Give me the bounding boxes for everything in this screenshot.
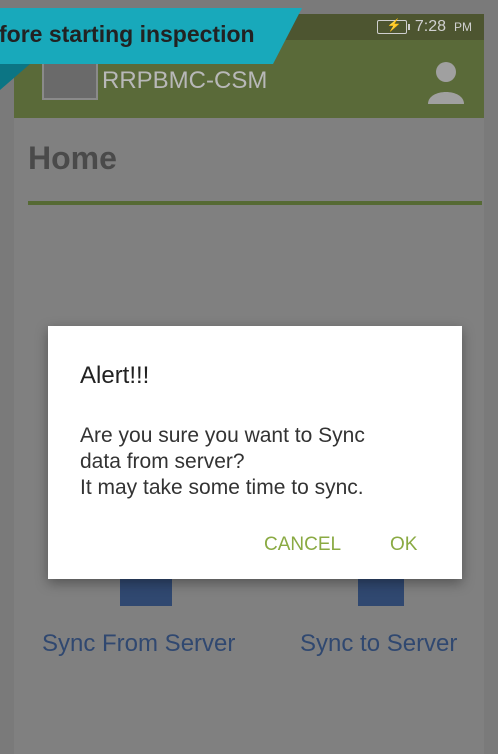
battery-icon: ⚡ xyxy=(376,18,410,34)
app-title: RRPBMC-CSM xyxy=(102,67,268,94)
cancel-button[interactable]: CANCEL xyxy=(264,534,341,556)
sync-to-server-label[interactable]: Sync to Server xyxy=(300,630,457,658)
dialog-message: Are you sure you want to Sync data from … xyxy=(80,424,365,499)
banner-text: fore starting inspection xyxy=(0,21,255,47)
ok-button[interactable]: OK xyxy=(390,534,417,556)
clock-ampm: PM xyxy=(454,20,472,34)
sync-from-server-label[interactable]: Sync From Server xyxy=(42,630,235,658)
clock-time: 7:28 xyxy=(414,18,446,35)
alert-dialog: Alert!!! Are you sure you want to Sync d… xyxy=(48,326,462,579)
title-divider xyxy=(28,201,482,205)
dialog-title: Alert!!! xyxy=(80,362,150,389)
user-profile-icon[interactable] xyxy=(426,58,466,104)
status-right: ⚡ 7:28 PM xyxy=(376,18,472,36)
page-title: Home xyxy=(28,140,117,176)
